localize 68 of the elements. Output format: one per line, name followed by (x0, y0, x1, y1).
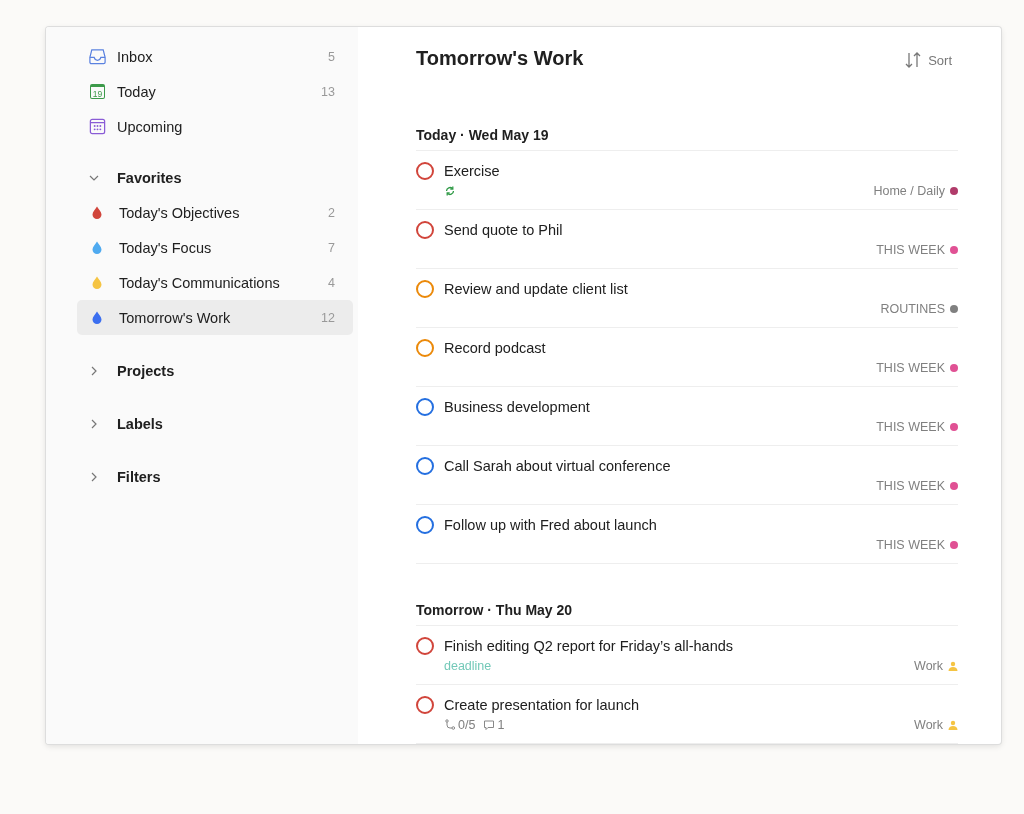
section-title: Favorites (117, 169, 182, 186)
section-title: Labels (117, 415, 163, 432)
task-checkbox[interactable] (416, 280, 434, 298)
nav-label: Inbox (117, 48, 154, 65)
section-title: Projects (117, 362, 175, 379)
item-count: 5 (328, 49, 335, 64)
task-title: Create presentation for launch (444, 696, 641, 714)
favorite-label: Tomorrow's Work (119, 309, 232, 326)
favorite-item[interactable]: Today's Objectives 2 (77, 195, 353, 230)
section-title: Filters (117, 468, 161, 485)
subtask-icon (444, 719, 456, 731)
task-checkbox[interactable] (416, 162, 434, 180)
project-name[interactable]: THIS WEEK (876, 243, 945, 257)
item-count: 12 (321, 310, 335, 325)
project-name[interactable]: ROUTINES (880, 302, 945, 316)
task-title: Business development (444, 398, 591, 416)
comment-text: 1 (497, 718, 505, 732)
project-name[interactable]: Work (914, 718, 943, 732)
nav-label: Today (117, 83, 157, 100)
task-checkbox[interactable] (416, 696, 434, 714)
favorite-item[interactable]: Tomorrow's Work 12 (77, 300, 353, 335)
task-checkbox[interactable] (416, 221, 434, 239)
nav-item[interactable]: 19 Today 13 (77, 74, 353, 109)
section-header[interactable]: Filters (77, 459, 353, 494)
favorite-item[interactable]: Today's Communications 4 (77, 265, 353, 300)
task-checkbox[interactable] (416, 339, 434, 357)
favorite-label: Today's Focus (119, 239, 213, 256)
task-title: Follow up with Fred about launch (444, 516, 658, 534)
task-checkbox[interactable] (416, 457, 434, 475)
project-name[interactable]: THIS WEEK (876, 420, 945, 434)
subtask-text: 0/5 (458, 718, 476, 732)
task-title: Finish editing Q2 report for Friday’s all-hands (444, 637, 735, 655)
project-name[interactable]: THIS WEEK (876, 361, 945, 375)
sort-arrows-icon (904, 51, 923, 69)
task-checkbox[interactable] (416, 516, 434, 534)
calendar-grid-icon (88, 117, 107, 136)
project-name[interactable]: Home / Daily (873, 184, 945, 198)
task-title: Send quote to Phil (444, 221, 564, 239)
project-name[interactable]: THIS WEEK (876, 538, 945, 552)
item-count: 13 (321, 84, 335, 99)
task-title: Exercise (444, 162, 501, 180)
sort-button[interactable]: Sort (898, 43, 958, 77)
task-title: Review and update client list (444, 280, 629, 298)
favorite-label: Today's Objectives (119, 204, 241, 221)
item-count: 7 (328, 240, 335, 255)
comment-icon (483, 719, 496, 731)
item-count: 4 (328, 275, 335, 290)
favorite-label: Today's Communications (119, 274, 281, 291)
day-heading: Today · Wed May 19 (416, 127, 958, 151)
task-title: Record podcast (444, 339, 547, 357)
day-heading: Tomorrow · Thu May 20 (416, 602, 958, 626)
nav-item[interactable]: Inbox 5 (77, 39, 353, 74)
section-header[interactable]: Favorites (77, 160, 353, 195)
task-checkbox[interactable] (416, 637, 434, 655)
project-name[interactable]: THIS WEEK (876, 479, 945, 493)
section-header[interactable]: Projects (77, 353, 353, 388)
calendar-day-icon: 19 (90, 84, 105, 99)
nav-label: Upcoming (117, 118, 184, 135)
favorite-item[interactable]: Today's Focus 7 (77, 230, 353, 265)
inbox-tray-icon (88, 47, 107, 66)
item-count: 2 (328, 205, 335, 220)
page-title: Tomorrow's Work (416, 47, 584, 70)
nav-item[interactable]: Upcoming (77, 109, 353, 144)
task-title: Call Sarah about virtual conference (444, 457, 672, 475)
section-header[interactable]: Labels (77, 406, 353, 441)
project-name[interactable]: Work (914, 659, 943, 673)
recurring-icon (444, 185, 456, 197)
task-checkbox[interactable] (416, 398, 434, 416)
